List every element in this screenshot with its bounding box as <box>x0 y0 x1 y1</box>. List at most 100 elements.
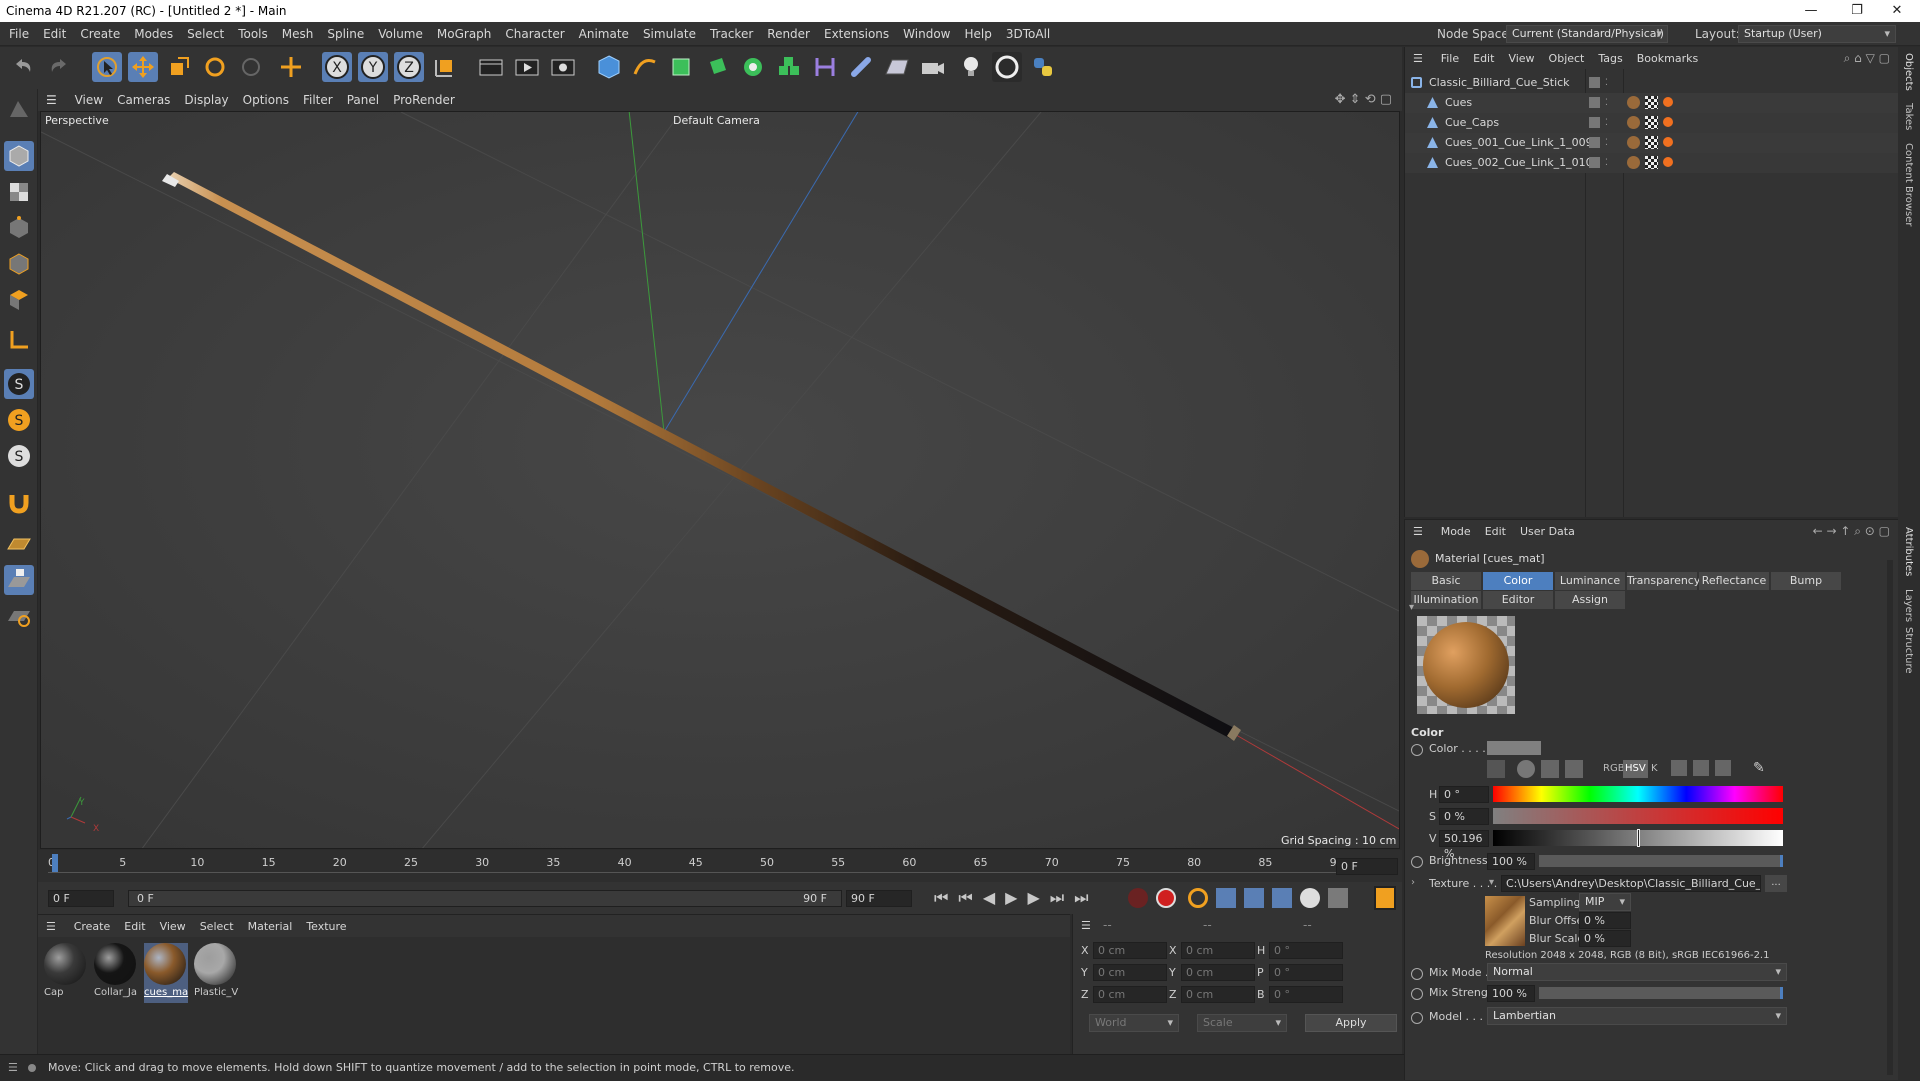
record-active-icon[interactable] <box>1128 888 1148 908</box>
tab-basic[interactable]: Basic <box>1411 572 1481 590</box>
viewport-menu-view[interactable]: View <box>68 89 110 111</box>
texture-tag-icon[interactable] <box>1645 136 1658 149</box>
menu-volume[interactable]: Volume <box>371 22 430 46</box>
material-menu-texture[interactable]: Texture <box>299 916 353 938</box>
objects-side-tab[interactable]: Objects <box>1903 53 1914 91</box>
viewport-menu-prorender[interactable]: ProRender <box>386 89 462 111</box>
menu-mesh[interactable]: Mesh <box>275 22 321 46</box>
camera-label[interactable]: Default Camera <box>673 114 760 127</box>
prev-frame-icon[interactable]: ◀ <box>983 888 1005 907</box>
sketch-plugin-icon[interactable] <box>992 52 1022 82</box>
content-browser-side-tab[interactable]: Content Browser <box>1903 143 1914 226</box>
coord-rot-field[interactable]: 0 ° <box>1269 942 1343 959</box>
key-selection-icon[interactable] <box>1188 888 1208 908</box>
key-scale-icon[interactable] <box>1244 888 1264 908</box>
menu-select[interactable]: Select <box>180 22 231 46</box>
texture-tag-icon[interactable] <box>1645 156 1658 169</box>
end-frame-field[interactable]: 90 F <box>846 890 912 907</box>
hue-slider[interactable] <box>1493 786 1783 802</box>
texture-thumbnail[interactable] <box>1485 896 1525 946</box>
sampling-dropdown[interactable]: MIP <box>1579 893 1631 911</box>
material-swatch[interactable]: Collar_Ja <box>94 943 138 1003</box>
visibility-dots-icon[interactable]: ⁚ <box>1605 133 1608 153</box>
coord-size-field[interactable]: 0 cm <box>1181 964 1255 981</box>
pen-spline-icon[interactable] <box>630 52 660 82</box>
texture-browse-button[interactable]: ... <box>1765 875 1787 892</box>
extrude-icon[interactable] <box>702 52 732 82</box>
color-swatch[interactable] <box>1487 741 1541 755</box>
texture-expand-icon[interactable]: › <box>1411 877 1415 888</box>
menu-3dtoall[interactable]: 3DToAll <box>999 22 1057 46</box>
material-preview[interactable] <box>1417 616 1515 714</box>
texture-path-field[interactable]: C:\Users\Andrey\Desktop\Classic_Billiard… <box>1501 875 1761 892</box>
visibility-dots-icon[interactable]: ⁚ <box>1605 93 1608 113</box>
edit-check-icon[interactable] <box>1589 117 1600 128</box>
render-picture-viewer-icon[interactable] <box>512 52 542 82</box>
object-menu-edit[interactable]: Edit <box>1466 48 1501 70</box>
next-frame-icon[interactable]: ▶ <box>1027 888 1049 907</box>
playhead[interactable] <box>52 854 58 872</box>
rotate-icon[interactable] <box>200 52 230 82</box>
coords-hamburger-icon[interactable]: ☰ <box>1073 915 1098 937</box>
material-tag-icon[interactable] <box>1627 96 1640 109</box>
material-menu-material[interactable]: Material <box>241 916 300 938</box>
tab-editor[interactable]: Editor <box>1483 591 1553 609</box>
menu-modes[interactable]: Modes <box>127 22 180 46</box>
x-axis-lock-icon[interactable]: X <box>322 52 352 82</box>
object-hamburger-icon[interactable]: ☰ <box>1405 48 1430 70</box>
brightness-slider[interactable] <box>1539 855 1783 867</box>
coord-pos-field[interactable]: 0 cm <box>1093 986 1167 1003</box>
snap-settings-icon[interactable]: S <box>4 405 34 435</box>
coord-rot-field[interactable]: 0 ° <box>1269 964 1343 981</box>
brightness-anim-dot-icon[interactable] <box>1411 856 1423 868</box>
tab-luminance[interactable]: Luminance <box>1555 572 1625 590</box>
autokey-icon[interactable] <box>1156 888 1176 908</box>
workplane-icon[interactable] <box>4 529 34 559</box>
tag-extra-icon[interactable] <box>1663 157 1673 167</box>
object-menu-bookmarks[interactable]: Bookmarks <box>1630 48 1705 70</box>
play-icon[interactable]: ▶ <box>1005 888 1027 907</box>
viewport-menu-display[interactable]: Display <box>177 89 235 111</box>
next-key-icon[interactable]: ⏭ <box>1050 888 1074 907</box>
status-hamburger-icon[interactable]: ☰ <box>8 1055 18 1081</box>
viewport-menu-panel[interactable]: Panel <box>340 89 386 111</box>
attribute-menu-mode[interactable]: Mode <box>1434 521 1478 543</box>
minimize-button[interactable]: — <box>1788 0 1834 22</box>
visibility-dots-icon[interactable]: ⁚ <box>1605 153 1608 173</box>
edges-mode-icon[interactable] <box>4 249 34 279</box>
menu-tools[interactable]: Tools <box>231 22 275 46</box>
mix-mode-anim-dot-icon[interactable] <box>1411 968 1423 980</box>
object-menu-object[interactable]: Object <box>1542 48 1592 70</box>
attribute-scrollbar[interactable] <box>1887 560 1893 1075</box>
material-tag-icon[interactable] <box>1627 156 1640 169</box>
menu-file[interactable]: File <box>2 22 36 46</box>
s-field[interactable]: 0 % <box>1439 808 1489 825</box>
render-view-icon[interactable] <box>476 52 506 82</box>
tab-illumination[interactable]: Illumination <box>1411 591 1481 609</box>
add-object-icon[interactable] <box>276 52 306 82</box>
edit-check-icon[interactable] <box>1589 137 1600 148</box>
redo-icon[interactable] <box>44 52 74 82</box>
material-menu-edit[interactable]: Edit <box>117 916 152 938</box>
menu-mograph[interactable]: MoGraph <box>430 22 499 46</box>
lock-workplane-icon[interactable] <box>4 565 34 595</box>
field-icon[interactable] <box>846 52 876 82</box>
hex-icon[interactable] <box>1693 760 1709 776</box>
scale-icon[interactable] <box>164 52 194 82</box>
layout-dropdown[interactable]: Startup (User) <box>1738 25 1896 43</box>
workplane-snap-icon[interactable]: S <box>4 441 34 471</box>
material-menu-select[interactable]: Select <box>193 916 241 938</box>
floor-icon[interactable] <box>882 52 912 82</box>
texture-tag-icon[interactable] <box>1645 96 1658 109</box>
color-anim-dot-icon[interactable] <box>1411 744 1423 756</box>
key-rotation-icon[interactable] <box>1272 888 1292 908</box>
polygons-mode-icon[interactable] <box>4 285 34 315</box>
menu-character[interactable]: Character <box>498 22 571 46</box>
key-parameter-icon[interactable] <box>1300 888 1320 908</box>
mix-mode-dropdown[interactable]: Normal <box>1487 963 1787 981</box>
visibility-dots-icon[interactable]: ⁚ <box>1605 73 1608 93</box>
viewport-hamburger-icon[interactable]: ☰ <box>38 89 64 111</box>
object-row[interactable]: Cues_002_Cue_Link_1_010 ⁚ <box>1405 153 1899 173</box>
edit-check-icon[interactable] <box>1589 97 1600 108</box>
mix-strength-field[interactable]: 100 % <box>1487 985 1535 1002</box>
